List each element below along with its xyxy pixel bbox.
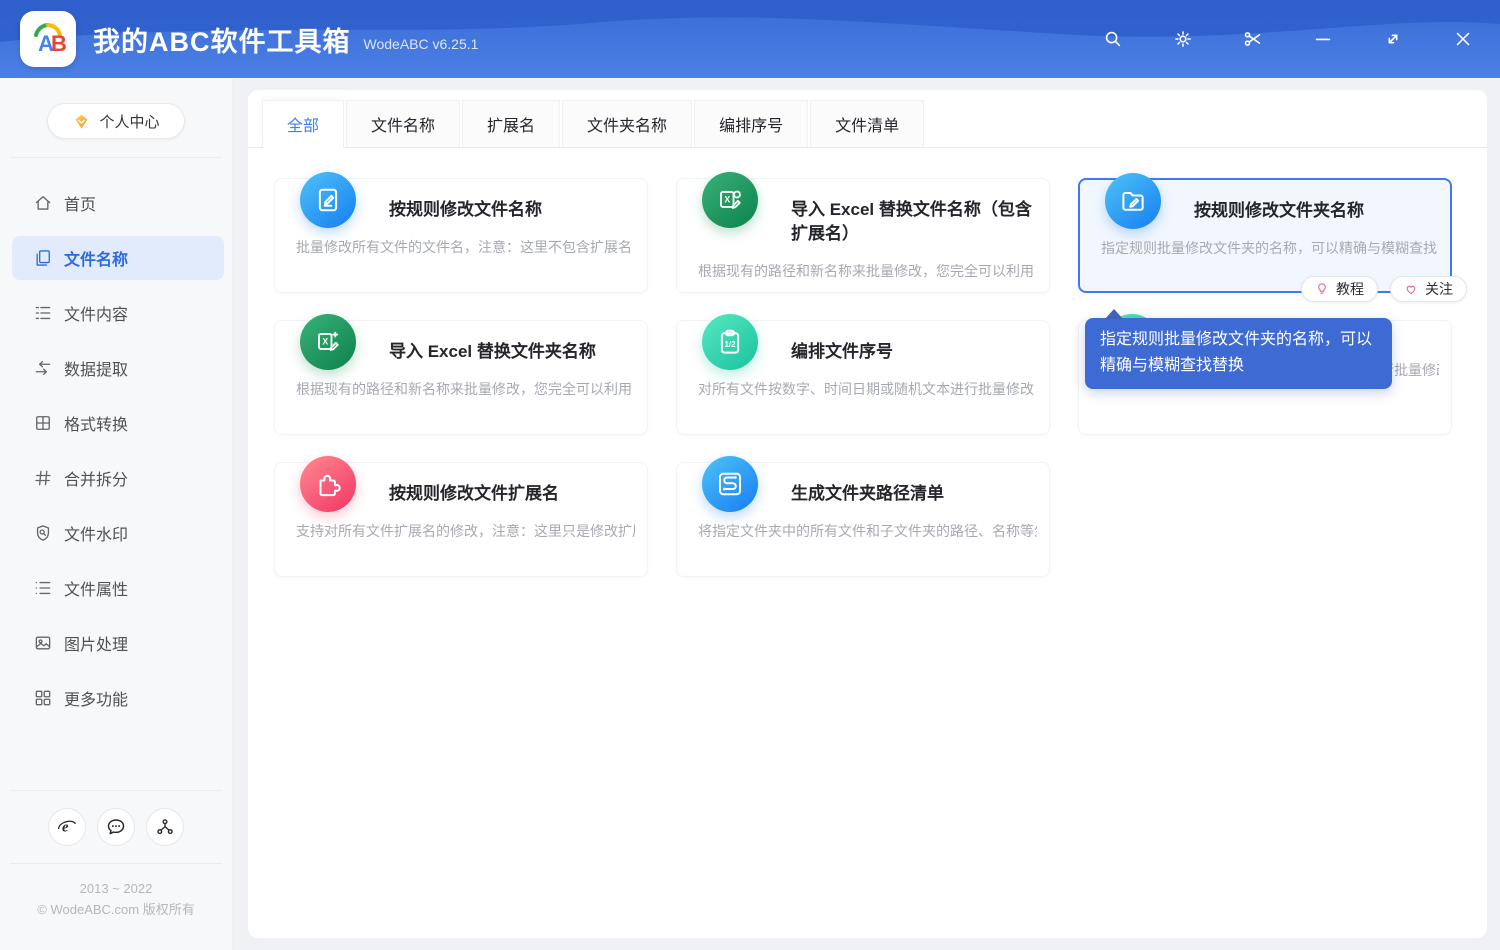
file-attributes-icon xyxy=(33,578,53,598)
svg-text:X: X xyxy=(322,336,328,346)
sidebar-item-label: 数据提取 xyxy=(64,362,129,379)
route-list-icon xyxy=(702,456,758,512)
app-logo: A B xyxy=(20,11,76,67)
image-process-icon xyxy=(33,633,53,653)
tab-folder-name[interactable]: 文件夹名称 xyxy=(562,100,693,147)
edit-folder-icon xyxy=(1105,173,1161,229)
resize-maximize-icon[interactable] xyxy=(1371,17,1415,61)
sidebar-item-label: 文件属性 xyxy=(64,582,129,599)
copyright-years: 2013 ~ 2022 xyxy=(79,881,153,896)
card-description: 根据现有的路径和新名称来批量修改，您完全可以利用 xyxy=(296,381,632,397)
feature-card-excel-replace-folder-names[interactable]: X 导入 Excel 替换文件夹名称 根据现有的路径和新名称来批量修改，您完全可… xyxy=(274,314,648,435)
main-area: 全部 文件名称 扩展名 文件夹名称 编排序号 文件清单 按规则修改文件名称 批量… xyxy=(233,78,1500,950)
svg-text:X: X xyxy=(724,194,730,204)
sidebar-item-data-extract[interactable]: 数据提取 xyxy=(12,346,224,390)
browser-e-icon[interactable]: e xyxy=(48,808,86,846)
file-content-icon xyxy=(33,303,53,323)
sidebar-item-label: 文件内容 xyxy=(64,307,129,324)
sidebar-item-label: 首页 xyxy=(64,197,97,214)
tooltip-text: 指定规则批量修改文件夹的名称，可以精确与模糊查找替换 xyxy=(1100,331,1373,375)
card-description: 指定规则批量修改文件夹的名称，可以精确与模糊查找替换 xyxy=(1101,240,1438,256)
sidebar-item-label: 文件名称 xyxy=(64,252,129,269)
sidebar-item-file-name[interactable]: 文件名称 xyxy=(12,236,224,280)
tab-file-name[interactable]: 文件名称 xyxy=(346,100,461,147)
tab-all[interactable]: 全部 xyxy=(262,100,345,148)
edit-file-icon xyxy=(300,172,356,228)
file-name-icon xyxy=(33,248,53,268)
card-description: 支持对所有文件扩展名的修改，注意：这里只是修改扩展名 xyxy=(296,523,635,539)
sidebar-item-file-content[interactable]: 文件内容 xyxy=(12,291,224,335)
tab-sequence[interactable]: 编排序号 xyxy=(694,100,809,147)
card-description: 批量修改所有文件的文件名，注意：这里不包含扩展名 xyxy=(296,239,632,255)
personal-center-button[interactable]: 个人中心 xyxy=(47,103,185,139)
tutorial-button[interactable]: 教程 xyxy=(1301,276,1378,302)
card-description: 将指定文件夹中的所有文件和子文件夹的路径、名称等生成清单 xyxy=(698,523,1037,539)
app-title: 我的ABC软件工具箱 xyxy=(93,26,351,57)
personal-center-label: 个人中心 xyxy=(99,113,160,131)
more-features-icon xyxy=(33,688,53,708)
window-controls xyxy=(1065,17,1485,61)
sequence-clipboard-icon: 1/2 xyxy=(702,314,758,370)
minimize-icon[interactable] xyxy=(1301,17,1345,61)
feature-card-sequence-files[interactable]: 1/2 编排文件序号 对所有文件按数字、时间日期或随机文本进行批量修改 xyxy=(676,314,1050,435)
sidebar-item-image-process[interactable]: 图片处理 xyxy=(12,621,224,665)
feature-card-generate-path-list[interactable]: 生成文件夹路径清单 将指定文件夹中的所有文件和子文件夹的路径、名称等生成清单 xyxy=(676,456,1050,577)
sidebar-divider xyxy=(10,157,222,158)
home-icon xyxy=(33,193,53,213)
sidebar-item-label: 更多功能 xyxy=(64,692,129,709)
feature-card-excel-replace-file-names[interactable]: X 导入 Excel 替换文件名称（包含扩展名） 根据现有的路径和新名称来批量修… xyxy=(676,172,1050,293)
sidebar: 个人中心 首页 文件名称 文件内容 数据提取 格式转换 合并拆分 文件水印 文件… xyxy=(0,78,233,950)
vip-gem-icon xyxy=(76,114,88,129)
lightbulb-icon xyxy=(1318,283,1326,294)
sidebar-item-more-features[interactable]: 更多功能 xyxy=(12,676,224,720)
svg-text:B: B xyxy=(51,31,67,56)
card-tooltip: 指定规则批量修改文件夹的名称，可以精确与模糊查找替换 xyxy=(1085,309,1392,389)
feature-card-rename-files[interactable]: 按规则修改文件名称 批量修改所有文件的文件名，注意：这里不包含扩展名 xyxy=(274,172,648,293)
sidebar-item-label: 文件水印 xyxy=(64,527,129,544)
card-description: 根据现有的路径和新名称来批量修改，您完全可以利用 xyxy=(698,263,1034,279)
puzzle-edit-icon xyxy=(300,456,356,512)
format-convert-icon xyxy=(33,413,53,433)
card-action-buttons: 教程 关注 xyxy=(1301,276,1467,302)
excel-replace-icon: X xyxy=(300,314,356,370)
content-panel: 全部 文件名称 扩展名 文件夹名称 编排序号 文件清单 按规则修改文件名称 批量… xyxy=(248,90,1487,938)
copyright-text: © WodeABC.com 版权所有 xyxy=(37,902,195,917)
sidebar-item-home[interactable]: 首页 xyxy=(12,181,224,225)
category-tabs: 全部 文件名称 扩展名 文件夹名称 编排序号 文件清单 xyxy=(248,90,1487,148)
file-watermark-icon xyxy=(33,523,53,543)
follow-button[interactable]: 关注 xyxy=(1390,276,1467,302)
sidebar-item-label: 合并拆分 xyxy=(64,472,129,489)
search-icon[interactable] xyxy=(1091,17,1135,61)
excel-replace-icon: X xyxy=(702,172,758,228)
tab-file-list[interactable]: 文件清单 xyxy=(810,100,925,147)
chat-icon[interactable] xyxy=(97,808,135,846)
data-extract-icon xyxy=(33,358,53,378)
heart-icon xyxy=(1406,285,1416,295)
sidebar-item-label: 格式转换 xyxy=(64,417,129,434)
sidebar-item-label: 图片处理 xyxy=(64,637,129,654)
sidebar-item-merge-split[interactable]: 合并拆分 xyxy=(12,456,224,500)
merge-split-icon xyxy=(33,468,53,488)
svg-text:1/2: 1/2 xyxy=(724,340,736,349)
feature-card-rename-extensions[interactable]: 按规则修改文件扩展名 支持对所有文件扩展名的修改，注意：这里只是修改扩展名 xyxy=(274,456,648,577)
sidebar-item-format-convert[interactable]: 格式转换 xyxy=(12,401,224,445)
sidebar-item-file-attributes[interactable]: 文件属性 xyxy=(12,566,224,610)
share-nodes-icon[interactable] xyxy=(146,808,184,846)
app-version: WodeABC v6.25.1 xyxy=(363,36,479,52)
titlebar: A B 我的ABC软件工具箱 WodeABC v6.25.1 xyxy=(0,0,1500,78)
settings-gear-icon[interactable] xyxy=(1161,17,1205,61)
card-description: 对所有文件按数字、时间日期或随机文本进行批量修改 xyxy=(698,381,1034,397)
sidebar-item-file-watermark[interactable]: 文件水印 xyxy=(12,511,224,555)
feature-card-rename-folders[interactable]: 按规则修改文件夹名称 指定规则批量修改文件夹的名称，可以精确与模糊查找替换 教程… xyxy=(1078,173,1467,302)
tab-extension[interactable]: 扩展名 xyxy=(462,100,561,147)
sidebar-nav: 首页 文件名称 文件内容 数据提取 格式转换 合并拆分 文件水印 文件属性 图片… xyxy=(0,181,232,731)
close-icon[interactable] xyxy=(1441,17,1485,61)
sidebar-footer: e 2013 ~ 2022 © WodeABC.com 版权所有 xyxy=(0,790,232,950)
scissors-icon[interactable] xyxy=(1231,17,1275,61)
